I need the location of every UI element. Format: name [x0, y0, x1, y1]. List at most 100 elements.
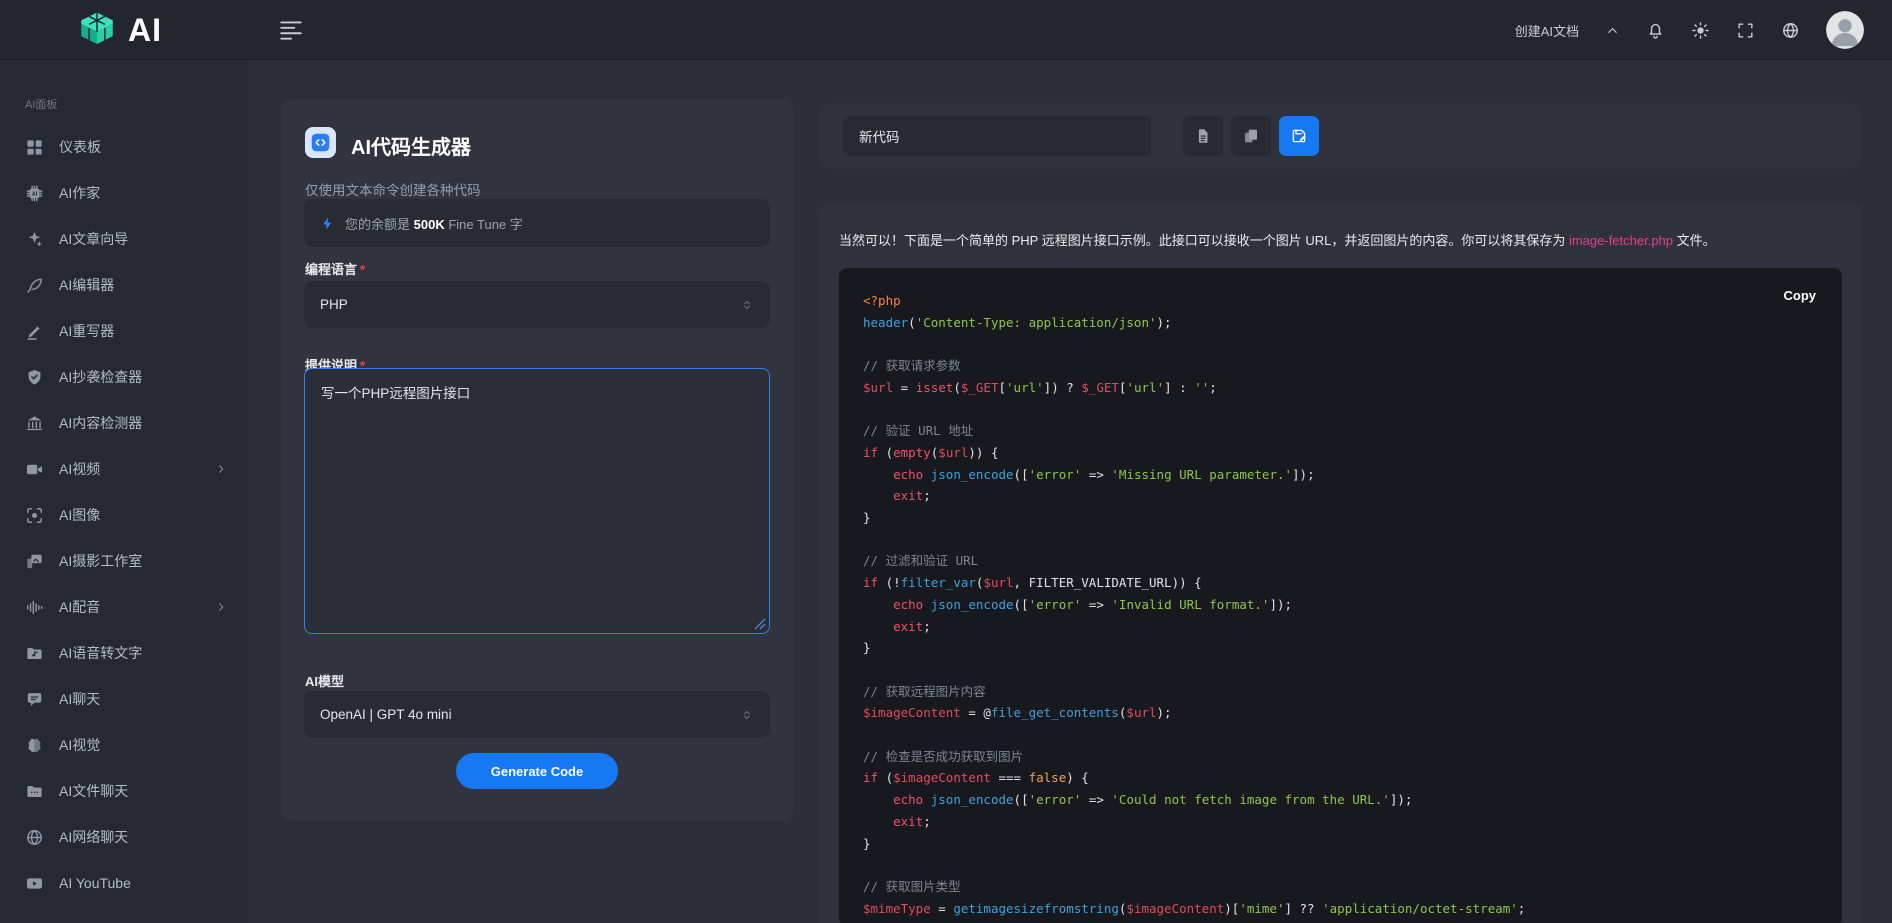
sidebar-item-label: AI文章向导	[59, 229, 128, 249]
sidebar-item-5[interactable]: AI抄袭检查器	[0, 354, 248, 400]
create-ai-doc-menu[interactable]: 创建AI文档	[1515, 21, 1620, 40]
balance-amount: 500K	[414, 217, 445, 232]
code-generator-form-card: AI代码生成器 仅使用文本命令创建各种代码 您的余额是 500K Fine Tu…	[281, 99, 793, 821]
document-button[interactable]	[1183, 116, 1223, 156]
theme-sun-icon[interactable]	[1691, 21, 1710, 40]
code-line: <?php	[863, 290, 1525, 312]
required-asterisk: *	[360, 262, 365, 277]
doc-icon	[1194, 127, 1212, 145]
sidebar-item-9[interactable]: AI摄影工作室	[0, 538, 248, 584]
code-line: // 验证 URL 地址	[863, 420, 1525, 442]
svg-text:AI: AI	[32, 191, 38, 197]
sidebar-item-0[interactable]: 仪表板	[0, 124, 248, 170]
shield-icon	[25, 368, 44, 387]
description-textarea[interactable]: 写一个PHP远程图片接口	[304, 368, 770, 634]
code-line	[863, 529, 1525, 551]
code-line: exit;	[863, 616, 1525, 638]
model-select[interactable]: OpenAI | GPT 4o mini	[304, 691, 770, 738]
youtube-icon	[25, 874, 44, 893]
sidebar-item-15[interactable]: AI网络聊天	[0, 814, 248, 860]
language-select[interactable]: PHP	[304, 281, 770, 328]
sidebar-item-label: AI网络聊天	[59, 827, 128, 847]
dashboard-icon	[25, 138, 44, 157]
sidebar-section-label: AI面板	[25, 96, 248, 112]
sidebar-item-12[interactable]: AI聊天	[0, 676, 248, 722]
rss-icon	[25, 920, 44, 923]
chip-icon: AI	[25, 184, 44, 203]
duplicate-button[interactable]	[1231, 116, 1271, 156]
form-subtitle: 仅使用文本命令创建各种代码	[305, 179, 481, 199]
sidebar-menu: 仪表板 AI AI作家 AI文章向导 AI编辑器 AI重写器 AI抄袭检查器 AI内容检测器 A…	[0, 124, 248, 923]
sidebar-item-label: AI视频	[59, 459, 100, 479]
brand-logo[interactable]: AI	[76, 0, 162, 60]
sparkles-icon	[25, 230, 44, 249]
save-icon	[1290, 127, 1308, 145]
code-line: if (empty($url)) {	[863, 442, 1525, 464]
code-line	[863, 659, 1525, 681]
code-line: if ($imageContent === false) {	[863, 767, 1525, 789]
sidebar-item-17[interactable]: AIRSS	[0, 906, 248, 923]
sidebar-item-label: AI视觉	[59, 735, 100, 755]
language-select-value: PHP	[320, 297, 348, 312]
notifications-bell-icon[interactable]	[1646, 21, 1665, 40]
sidebar-item-label: AI语音转文字	[59, 643, 142, 663]
code-line	[863, 854, 1525, 876]
video-icon	[25, 460, 44, 479]
language-globe-icon[interactable]	[1781, 21, 1800, 40]
code-line: echo json_encode(['error' => 'Could not …	[863, 789, 1525, 811]
sidebar-item-2[interactable]: AI文章向导	[0, 216, 248, 262]
select-caret-icon	[740, 298, 754, 312]
fullscreen-icon[interactable]	[1736, 21, 1755, 40]
sidebar-item-label: AI重写器	[59, 321, 114, 341]
sidebar-item-label: AI配音	[59, 597, 100, 617]
brain-icon	[25, 736, 44, 755]
sidebar-toggle-button[interactable]	[278, 17, 304, 43]
sidebar-item-11[interactable]: AI语音转文字	[0, 630, 248, 676]
sidebar-item-label: AI作家	[59, 183, 100, 203]
select-caret-icon	[740, 708, 754, 722]
sidebar-item-label: 仪表板	[59, 137, 101, 157]
sidebar-item-4[interactable]: AI重写器	[0, 308, 248, 354]
sidebar-item-16[interactable]: AI YouTube	[0, 860, 248, 906]
balance-text: 您的余额是 500K Fine Tune 字	[345, 214, 523, 233]
sidebar-item-10[interactable]: AI配音	[0, 584, 248, 630]
code-line: $url = isset($_GET['url']) ? $_GET['url'…	[863, 377, 1525, 399]
inline-code: image-fetcher.php	[1569, 233, 1673, 248]
copy-code-button[interactable]: Copy	[1784, 288, 1817, 303]
sidebar-item-8[interactable]: AI图像	[0, 492, 248, 538]
globe-icon	[25, 828, 44, 847]
camera-icon	[25, 506, 44, 525]
code-line: if (!filter_var($url, FILTER_VALIDATE_UR…	[863, 572, 1525, 594]
sidebar-item-7[interactable]: AI视频	[0, 446, 248, 492]
code-line: $mimeType = getimagesizefromstring($imag…	[863, 898, 1525, 920]
assistant-intro-text: 当然可以！下面是一个简单的 PHP 远程图片接口示例。此接口可以接收一个图片 U…	[839, 231, 1842, 251]
result-card: 当然可以！下面是一个简单的 PHP 远程图片接口示例。此接口可以接收一个图片 U…	[819, 203, 1862, 923]
sidebar-item-3[interactable]: AI编辑器	[0, 262, 248, 308]
balance-banner: 您的余额是 500K Fine Tune 字	[304, 199, 770, 247]
code-line: }	[863, 833, 1525, 855]
code-badge-icon	[305, 127, 336, 158]
pencil-icon	[25, 322, 44, 341]
document-title-input[interactable]	[843, 116, 1151, 156]
document-toolbar-card	[819, 103, 1862, 169]
sidebar-item-label: AI抄袭检查器	[59, 367, 142, 387]
sidebar-item-label: AI编辑器	[59, 275, 114, 295]
form-title: AI代码生成器	[351, 131, 471, 160]
sidebar-item-label: AI图像	[59, 505, 100, 525]
sidebar-item-13[interactable]: AI视觉	[0, 722, 248, 768]
code-line: // 获取图片类型	[863, 876, 1525, 898]
sidebar-item-14[interactable]: AI文件聊天	[0, 768, 248, 814]
brand-logo-text: AI	[128, 12, 162, 49]
folder-dots-icon	[25, 782, 44, 801]
save-button[interactable]	[1279, 116, 1319, 156]
user-avatar[interactable]	[1826, 11, 1864, 49]
generate-code-button[interactable]: Generate Code	[456, 753, 618, 789]
code-line	[863, 724, 1525, 746]
sidebar-item-6[interactable]: AI内容检测器	[0, 400, 248, 446]
copy-icon	[1242, 127, 1260, 145]
sidebar-item-1[interactable]: AI AI作家	[0, 170, 248, 216]
chevron-up-icon	[1605, 23, 1620, 38]
code-block: Copy <?phpheader('Content-Type: applicat…	[839, 268, 1842, 923]
code-line	[863, 399, 1525, 421]
chat-icon	[25, 690, 44, 709]
